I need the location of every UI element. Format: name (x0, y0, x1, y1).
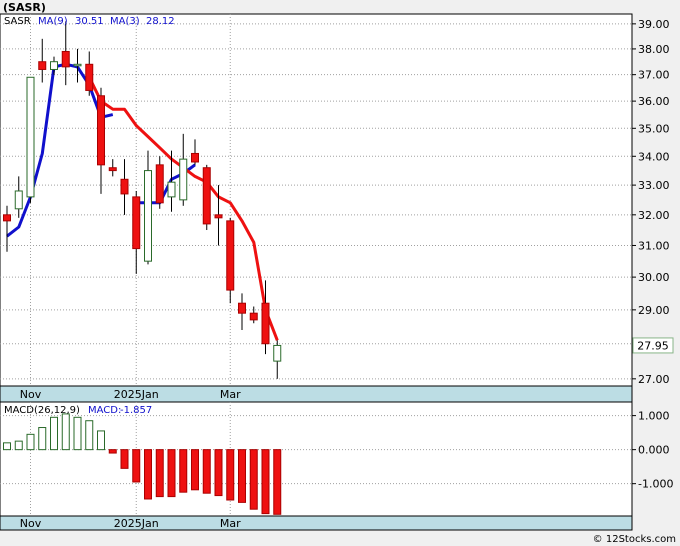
candle-body (179, 158, 188, 201)
candle-body (249, 312, 258, 321)
macd-bar (97, 430, 105, 451)
candle (202, 164, 211, 231)
price-tick-label: 39.00 (638, 18, 670, 31)
candle-body (191, 152, 199, 163)
candle-body (108, 167, 117, 172)
candle-body (273, 344, 282, 362)
macd-bar (167, 449, 176, 498)
macd-x-label: Mar (220, 517, 241, 530)
macd-bar (249, 449, 258, 510)
price-date-strip (0, 385, 633, 403)
legend-ma3-value: 28.12 (146, 16, 175, 27)
macd-bar (273, 449, 282, 515)
price-x-label: Nov (20, 388, 42, 401)
macd-bar (202, 449, 211, 494)
chart-title: (SASR) (3, 1, 46, 14)
price-tick-label: 38.00 (638, 43, 670, 56)
legend-ma9-value: 30.51 (75, 16, 104, 27)
macd-bar (191, 449, 199, 491)
price-tick-label: 32.00 (638, 209, 670, 222)
macd-bar (120, 449, 129, 469)
candle-body (155, 164, 164, 204)
macd-date-strip (0, 515, 633, 531)
candle-body (238, 302, 246, 314)
macd-bar (38, 427, 47, 451)
price-tick-label: 35.00 (638, 122, 670, 135)
legend-ma9-label: MA(9) (38, 16, 68, 27)
macd-title: MACD(26,12,9) (4, 405, 80, 416)
macd-label: MACD: (88, 405, 121, 416)
candle-body (85, 63, 94, 91)
macd-bar (238, 449, 246, 503)
macd-bar (3, 442, 11, 451)
macd-tick-label: 1.000 (638, 410, 670, 423)
candle-body (38, 61, 47, 70)
macd-panel (0, 401, 633, 517)
macd-bar (61, 413, 70, 451)
last-price-value: 27.95 (637, 339, 669, 352)
candle-body (14, 190, 23, 210)
macd-x-label: 2025Jan (114, 517, 159, 530)
last-price-tag: 27.95 (632, 337, 674, 354)
candle (26, 76, 35, 203)
candle-body (73, 63, 82, 67)
macd-bar (179, 449, 188, 493)
macd-tick-label: -1.000 (638, 478, 673, 491)
macd-bar (50, 416, 58, 451)
price-panel (0, 13, 633, 387)
macd-bar (261, 449, 270, 515)
macd-bar (214, 449, 223, 497)
macd-bar (155, 449, 164, 498)
macd-bar (108, 449, 117, 454)
candle (226, 217, 235, 304)
macd-bar (26, 433, 35, 451)
stock-chart: 39.00 38.00 37.00 36.00 35.00 34.00 33.00 32.00… (0, 0, 680, 546)
footer-credit: © 12Stocks.com (593, 534, 676, 545)
macd-tick-label: 0.000 (638, 444, 670, 457)
macd-bar (144, 449, 152, 500)
price-tick-label: 33.00 (638, 179, 670, 192)
price-tick-label: 34.00 (638, 150, 670, 163)
price-tick-label: 27.00 (638, 373, 670, 386)
macd-y-axis: 1.000 0.000 -1.000 (632, 410, 673, 491)
price-tick-label: 29.00 (638, 304, 670, 317)
candle-body (3, 214, 11, 222)
macd-bar (226, 449, 235, 501)
candle-body (26, 76, 35, 198)
macd-bar (14, 440, 23, 451)
macd-bar (85, 420, 94, 451)
candle-body (167, 181, 176, 198)
candle-body (144, 170, 152, 262)
candle-body (226, 220, 235, 291)
macd-value: -1.857 (120, 405, 152, 416)
macd-bar (132, 449, 141, 483)
candle-body (61, 50, 70, 68)
candle-body (97, 95, 105, 166)
legend-ma3-label: MA(3) (110, 16, 140, 27)
price-x-label: 2025Jan (114, 388, 159, 401)
price-tick-label: 31.00 (638, 239, 670, 252)
legend-symbol: SASR (4, 16, 31, 27)
candle-body (132, 196, 141, 250)
candle-body (261, 302, 270, 345)
candle-body (50, 61, 58, 70)
price-tick-label: 30.00 (638, 271, 670, 284)
candle-body (202, 167, 211, 225)
candle-body (120, 178, 129, 195)
candle-body (214, 214, 223, 219)
price-tick-label: 37.00 (638, 69, 670, 82)
price-x-label: Mar (220, 388, 241, 401)
price-tick-label: 36.00 (638, 95, 670, 108)
macd-x-label: Nov (20, 517, 42, 530)
macd-bar (73, 416, 82, 451)
